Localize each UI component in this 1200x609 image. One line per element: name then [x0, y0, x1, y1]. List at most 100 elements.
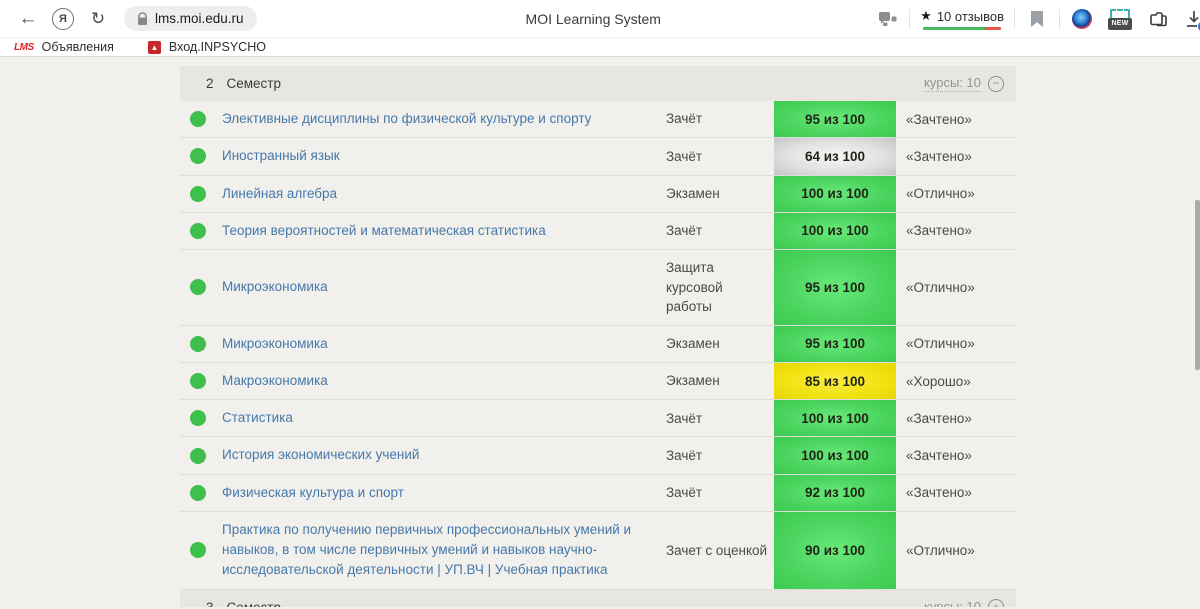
score-badge: 95 из 100	[774, 326, 896, 362]
bookmark-item-inpsycho[interactable]: ▲ Вход.INPSYCHO	[148, 40, 266, 54]
assessment-type: Экзамен	[666, 363, 774, 399]
extension-browser-icon[interactable]	[1070, 7, 1094, 31]
assessment-type: Защита курсовой работы	[666, 250, 774, 325]
grade-text: «Зачтено»	[896, 213, 1016, 249]
status-cell	[180, 400, 222, 436]
site-rating[interactable]: ★ 10 отзывов	[920, 8, 1004, 30]
downloads-icon[interactable]: 2	[1182, 7, 1200, 31]
status-cell	[180, 363, 222, 399]
assessment-type: Зачёт	[666, 213, 774, 249]
course-row: Физическая культура и спорт Зачёт 92 из …	[180, 475, 1016, 512]
assessment-type: Зачёт	[666, 400, 774, 436]
grade-text: «Зачтено»	[896, 138, 1016, 174]
course-status-dot	[190, 485, 206, 501]
course-row: Иностранный язык Зачёт 64 из 100 «Зачтен…	[180, 138, 1016, 175]
course-link[interactable]: Практика по получению первичных професси…	[222, 520, 652, 581]
course-link[interactable]: Макроэкономика	[222, 371, 328, 391]
course-row: Статистика Зачёт 100 из 100 «Зачтено»	[180, 400, 1016, 437]
grade-text: «Отлично»	[896, 250, 1016, 325]
course-row: История экономических учений Зачёт 100 и…	[180, 437, 1016, 474]
score-badge: 100 из 100	[774, 437, 896, 473]
rating-bar	[923, 27, 1001, 30]
collapse-icon[interactable]: −	[988, 76, 1004, 92]
grade-text: «Зачтено»	[896, 475, 1016, 511]
course-status-dot	[190, 279, 206, 295]
score-badge: 64 из 100	[774, 138, 896, 174]
course-link[interactable]: Физическая культура и спорт	[222, 483, 404, 503]
course-row: Линейная алгебра Экзамен 100 из 100 «Отл…	[180, 176, 1016, 213]
back-icon[interactable]: ←	[16, 8, 40, 30]
grade-text: «Зачтено»	[896, 400, 1016, 436]
scrollbar-thumb[interactable]	[1195, 200, 1200, 370]
page-title: MOI Learning System	[526, 11, 661, 27]
rating-text: 10 отзывов	[937, 9, 1004, 24]
grade-text: «Отлично»	[896, 512, 1016, 589]
course-link[interactable]: Микроэкономика	[222, 334, 328, 354]
course-status-dot	[190, 148, 206, 164]
score-badge: 92 из 100	[774, 475, 896, 511]
lock-icon	[137, 12, 148, 26]
course-link[interactable]: Иностранный язык	[222, 146, 340, 166]
bookmark-icon[interactable]	[1025, 7, 1049, 31]
status-cell	[180, 250, 222, 325]
address-bar[interactable]: lms.moi.edu.ru	[124, 6, 257, 31]
toolbar-separator	[1014, 9, 1015, 29]
grade-text: «Отлично»	[896, 176, 1016, 212]
assessment-type: Зачёт	[666, 138, 774, 174]
course-status-dot	[190, 410, 206, 426]
course-row: Микроэкономика Экзамен 95 из 100 «Отличн…	[180, 326, 1016, 363]
toolbar-separator	[1059, 9, 1060, 29]
score-badge: 95 из 100	[774, 250, 896, 325]
assessment-type: Зачёт	[666, 101, 774, 137]
course-status-dot	[190, 223, 206, 239]
course-row: Практика по получению первичных професси…	[180, 512, 1016, 590]
toolbar-right-icons: ★ 10 отзывов NEW 2	[875, 0, 1200, 38]
score-badge: 100 из 100	[774, 400, 896, 436]
status-cell	[180, 138, 222, 174]
assessment-type: Экзамен	[666, 176, 774, 212]
browser-toolbar: ← Я ↻ lms.moi.edu.ru MOI Learning System…	[0, 0, 1200, 38]
protect-icon[interactable]	[875, 7, 899, 31]
course-link[interactable]: Микроэкономика	[222, 277, 328, 297]
toolbar-separator	[909, 9, 910, 29]
yandex-home-icon[interactable]: Я	[52, 8, 74, 30]
course-status-dot	[190, 186, 206, 202]
assessment-type: Зачёт	[666, 437, 774, 473]
bookmarks-bar: LMS Объявления ▲ Вход.INPSYCHO	[0, 38, 1200, 57]
star-icon: ★	[920, 8, 932, 24]
course-status-dot	[190, 448, 206, 464]
grade-text: «Зачтено»	[896, 437, 1016, 473]
course-link[interactable]: Элективные дисциплины по физической куль…	[222, 109, 591, 129]
lms-page: 2 Семестр курсы: 10 − Элективные дисципл…	[0, 57, 1200, 607]
collections-icon[interactable]	[1146, 7, 1170, 31]
course-status-dot	[190, 111, 206, 127]
status-cell	[180, 326, 222, 362]
grade-text: «Зачтено»	[896, 101, 1016, 137]
course-rows: Элективные дисциплины по физической куль…	[180, 101, 1016, 590]
semester-3-courses-toggle[interactable]: курсы: 10 +	[924, 599, 1004, 607]
url-text: lms.moi.edu.ru	[155, 11, 244, 26]
status-cell	[180, 437, 222, 473]
course-row: Микроэкономика Защита курсовой работы 95…	[180, 250, 1016, 326]
bookmark-item-announcements[interactable]: LMS Объявления	[14, 40, 114, 54]
assessment-type: Зачет с оценкой	[666, 512, 774, 589]
expand-icon[interactable]: +	[988, 599, 1004, 607]
assessment-type: Зачёт	[666, 475, 774, 511]
semester-2-courses-toggle[interactable]: курсы: 10 −	[924, 75, 1004, 92]
lms-favicon: LMS	[14, 42, 34, 53]
score-badge: 90 из 100	[774, 512, 896, 589]
course-link[interactable]: История экономических учений	[222, 445, 419, 465]
course-link[interactable]: Статистика	[222, 408, 293, 428]
gradebook-table: 2 Семестр курсы: 10 − Элективные дисципл…	[180, 66, 1016, 607]
course-row: Теория вероятностей и математическая ста…	[180, 213, 1016, 250]
status-cell	[180, 512, 222, 589]
course-link[interactable]: Теория вероятностей и математическая ста…	[222, 221, 546, 241]
new-extension-icon[interactable]: NEW	[1108, 7, 1132, 31]
status-cell	[180, 213, 222, 249]
course-row: Макроэкономика Экзамен 85 из 100 «Хорошо…	[180, 363, 1016, 400]
refresh-icon[interactable]: ↻	[86, 9, 110, 29]
assessment-type: Экзамен	[666, 326, 774, 362]
course-status-dot	[190, 336, 206, 352]
grade-text: «Хорошо»	[896, 363, 1016, 399]
course-link[interactable]: Линейная алгебра	[222, 184, 337, 204]
